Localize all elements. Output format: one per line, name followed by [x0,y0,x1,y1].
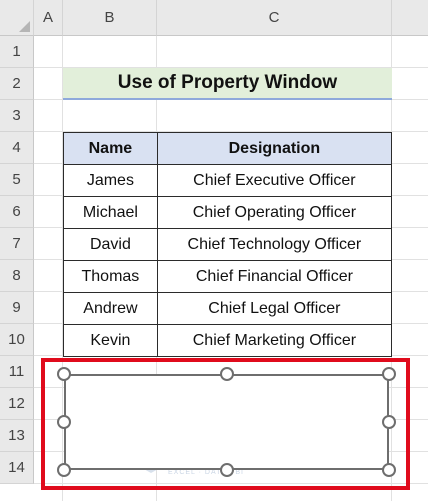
column-header-a[interactable]: A [34,0,63,36]
row-header-12[interactable]: 12 [0,388,34,420]
row-header-2[interactable]: 2 [0,68,34,100]
table-row: Michael Chief Operating Officer [63,196,393,229]
row-header-1[interactable]: 1 [0,36,34,68]
row-header-9[interactable]: 9 [0,292,34,324]
name-cell[interactable]: Andrew [63,292,158,325]
table-row: Thomas Chief Financial Officer [63,260,393,293]
row-header-5[interactable]: 5 [0,164,34,196]
designation-cell[interactable]: Chief Executive Officer [156,164,393,197]
table-header-row: Name Designation [63,132,393,165]
column-header-b[interactable]: B [63,0,157,36]
select-all-triangle-icon [19,21,30,32]
designation-cell[interactable]: Chief Operating Officer [156,196,393,229]
name-cell[interactable]: James [63,164,158,197]
row-header-6[interactable]: 6 [0,196,34,228]
designation-cell[interactable]: Chief Legal Officer [156,292,393,325]
row-header-11[interactable]: 11 [0,356,34,388]
name-cell[interactable]: Kevin [63,324,158,357]
row-header-4[interactable]: 4 [0,132,34,164]
designation-cell[interactable]: Chief Technology Officer [156,228,393,261]
select-all-corner[interactable] [0,0,34,36]
row-header-8[interactable]: 8 [0,260,34,292]
designation-cell[interactable]: Chief Marketing Officer [156,324,393,357]
designation-cell[interactable]: Chief Financial Officer [156,260,393,293]
table-row: David Chief Technology Officer [63,228,393,261]
row-header-13[interactable]: 13 [0,420,34,452]
highlight-rectangle [41,358,410,490]
header-cell-name[interactable]: Name [63,132,158,165]
name-cell[interactable]: Thomas [63,260,158,293]
table-row: James Chief Executive Officer [63,164,393,197]
row-header-3[interactable]: 3 [0,100,34,132]
title-cell[interactable]: Use of Property Window [63,68,392,100]
spreadsheet-grid: A B C 1 2 3 4 5 6 7 8 9 10 11 12 13 14 U… [0,0,428,501]
row-header-10[interactable]: 10 [0,324,34,356]
column-header-c[interactable]: C [157,0,392,36]
header-cell-designation[interactable]: Designation [156,132,393,165]
table-row: Andrew Chief Legal Officer [63,292,393,325]
name-cell[interactable]: Michael [63,196,158,229]
data-table: Name Designation James Chief Executive O… [63,132,393,357]
row-header-7[interactable]: 7 [0,228,34,260]
name-cell[interactable]: David [63,228,158,261]
row-header-14[interactable]: 14 [0,452,34,484]
table-row: Kevin Chief Marketing Officer [63,324,393,357]
column-header-d-partial[interactable] [392,0,428,36]
